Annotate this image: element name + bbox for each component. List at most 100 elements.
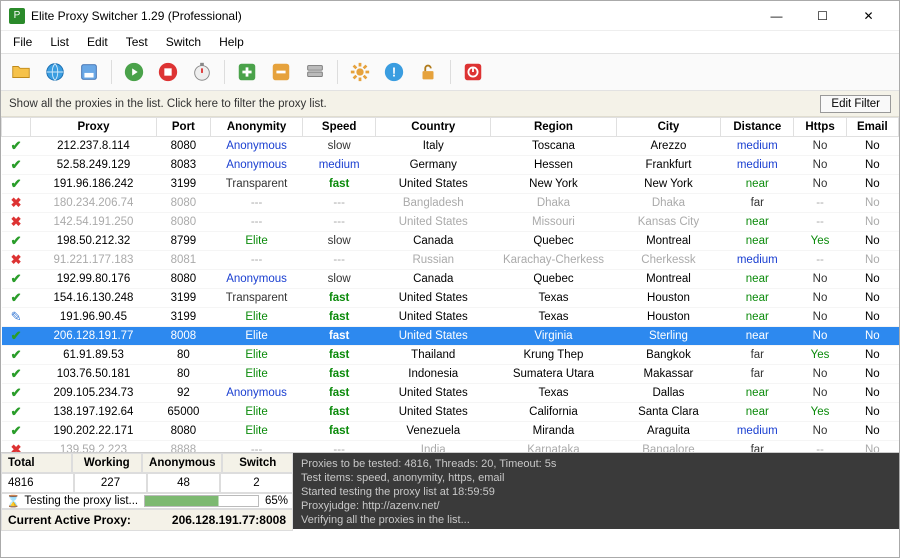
check-icon: ✔: [11, 271, 22, 286]
progress-bar: [144, 495, 259, 507]
table-row[interactable]: ✔209.105.234.7392AnonymousfastUnited Sta…: [2, 384, 899, 403]
check-icon: ✔: [11, 138, 22, 153]
proxy-table-wrap: ProxyPortAnonymitySpeedCountryRegionCity…: [1, 117, 899, 453]
progress-row: ⌛ Testing the proxy list... 65%: [1, 493, 293, 509]
table-row[interactable]: ✖139.59.2.2238888------IndiaKarnatakaBan…: [2, 441, 899, 453]
check-icon: ✔: [11, 176, 22, 191]
active-proxy-value: 206.128.191.77:8008: [172, 513, 286, 527]
check-icon: ✔: [11, 328, 22, 343]
column-header[interactable]: Email: [846, 118, 898, 137]
gear-icon[interactable]: [346, 58, 374, 86]
add-icon[interactable]: [233, 58, 261, 86]
log-panel[interactable]: Proxies to be tested: 4816, Threads: 20,…: [293, 453, 899, 529]
column-header[interactable]: Proxy: [31, 118, 156, 137]
table-row[interactable]: ✔212.237.8.1148080AnonymousslowItalyTosc…: [2, 137, 899, 156]
filter-text[interactable]: Show all the proxies in the list. Click …: [9, 98, 820, 110]
column-header[interactable]: Https: [794, 118, 846, 137]
table-row[interactable]: ✔52.58.249.1298083AnonymousmediumGermany…: [2, 156, 899, 175]
close-button[interactable]: ✕: [846, 2, 891, 30]
cross-icon: ✖: [11, 214, 22, 229]
check-icon: ✔: [11, 385, 22, 400]
progress-label: Testing the proxy list...: [24, 495, 138, 507]
table-row[interactable]: ✖142.54.191.2508080------United StatesMi…: [2, 213, 899, 232]
stats-panel: TotalWorkingAnonymousSwitch 4816227482 ⌛…: [1, 453, 293, 529]
proxy-table-scroll[interactable]: ProxyPortAnonymitySpeedCountryRegionCity…: [1, 117, 899, 452]
menu-edit[interactable]: Edit: [79, 33, 116, 51]
check-icon: ✔: [11, 404, 22, 419]
check-icon: ✔: [11, 290, 22, 305]
active-proxy-label: Current Active Proxy:: [8, 513, 172, 527]
table-row[interactable]: ✎191.96.90.453199ElitefastUnited StatesT…: [2, 308, 899, 327]
table-header-row: ProxyPortAnonymitySpeedCountryRegionCity…: [2, 118, 899, 137]
edit-filter-button[interactable]: Edit Filter: [820, 95, 891, 113]
check-icon: ✔: [11, 157, 22, 172]
remove-icon[interactable]: [267, 58, 295, 86]
cross-icon: ✖: [11, 195, 22, 210]
stats-header: Working: [72, 453, 143, 473]
power-icon[interactable]: [459, 58, 487, 86]
table-row[interactable]: ✔103.76.50.18180ElitefastIndonesiaSumate…: [2, 365, 899, 384]
check-icon: ✔: [11, 366, 22, 381]
proxy-table: ProxyPortAnonymitySpeedCountryRegionCity…: [1, 117, 899, 452]
menu-help[interactable]: Help: [211, 33, 252, 51]
cross-icon: ✖: [11, 442, 22, 452]
cross-icon: ✖: [11, 252, 22, 267]
stats-value: 48: [147, 473, 220, 493]
menu-test[interactable]: Test: [118, 33, 156, 51]
menu-switch[interactable]: Switch: [158, 33, 209, 51]
maximize-button[interactable]: ☐: [800, 2, 845, 30]
menu-file[interactable]: File: [5, 33, 40, 51]
bottom-panel: TotalWorkingAnonymousSwitch 4816227482 ⌛…: [1, 453, 899, 529]
table-row[interactable]: ✖91.221.177.1838081------RussianKarachay…: [2, 251, 899, 270]
stats-value: 2: [220, 473, 293, 493]
stopwatch-icon[interactable]: [188, 58, 216, 86]
table-row[interactable]: ✔61.91.89.5380ElitefastThailandKrung The…: [2, 346, 899, 365]
menubar: FileListEditTestSwitchHelp: [1, 31, 899, 54]
stop-icon[interactable]: [154, 58, 182, 86]
check-icon: ✔: [11, 423, 22, 438]
column-header[interactable]: Anonymity: [211, 118, 303, 137]
check-icon: ✔: [11, 233, 22, 248]
progress-percent: 65%: [265, 495, 288, 507]
check-icon: ✔: [11, 347, 22, 362]
minimize-button[interactable]: —: [754, 2, 799, 30]
menu-list[interactable]: List: [42, 33, 77, 51]
folder-open-icon[interactable]: [7, 58, 35, 86]
hourglass-icon: ⌛: [6, 494, 20, 508]
stats-value: 4816: [1, 473, 74, 493]
svg-text:!: !: [392, 65, 396, 80]
play-icon[interactable]: [120, 58, 148, 86]
lock-open-icon[interactable]: [414, 58, 442, 86]
table-row[interactable]: ✔190.202.22.1718080ElitefastVenezuelaMir…: [2, 422, 899, 441]
table-row[interactable]: ✔191.96.186.2423199TransparentfastUnited…: [2, 175, 899, 194]
stats-value: 227: [74, 473, 147, 493]
column-header[interactable]: [2, 118, 31, 137]
column-header[interactable]: Port: [156, 118, 210, 137]
globe-icon[interactable]: [41, 58, 69, 86]
table-row[interactable]: ✔198.50.212.328799EliteslowCanadaQuebecM…: [2, 232, 899, 251]
window-title: Elite Proxy Switcher 1.29 (Professional): [31, 9, 754, 23]
stats-header: Anonymous: [142, 453, 222, 473]
titlebar: P Elite Proxy Switcher 1.29 (Professiona…: [1, 1, 899, 31]
table-row[interactable]: ✖180.234.206.748080------BangladeshDhaka…: [2, 194, 899, 213]
column-header[interactable]: Distance: [721, 118, 794, 137]
server-icon[interactable]: [301, 58, 329, 86]
column-header[interactable]: Speed: [303, 118, 376, 137]
column-header[interactable]: City: [616, 118, 721, 137]
toolbar: !: [1, 54, 899, 91]
app-icon: P: [9, 8, 25, 24]
eyedropper-icon: ✎: [11, 309, 22, 324]
table-row[interactable]: ✔192.99.80.1768080AnonymousslowCanadaQue…: [2, 270, 899, 289]
table-row[interactable]: ✔206.128.191.778008ElitefastUnited State…: [2, 327, 899, 346]
stats-header: Switch: [222, 453, 293, 473]
column-header[interactable]: Country: [376, 118, 491, 137]
column-header[interactable]: Region: [491, 118, 616, 137]
info-icon[interactable]: !: [380, 58, 408, 86]
filter-bar: Show all the proxies in the list. Click …: [1, 91, 899, 117]
table-row[interactable]: ✔138.197.192.6465000ElitefastUnited Stat…: [2, 403, 899, 422]
save-icon[interactable]: [75, 58, 103, 86]
table-body: ✔212.237.8.1148080AnonymousslowItalyTosc…: [2, 137, 899, 453]
active-proxy-row: Current Active Proxy: 206.128.191.77:800…: [1, 509, 293, 531]
table-row[interactable]: ✔154.16.130.2483199TransparentfastUnited…: [2, 289, 899, 308]
stats-header: Total: [1, 453, 72, 473]
